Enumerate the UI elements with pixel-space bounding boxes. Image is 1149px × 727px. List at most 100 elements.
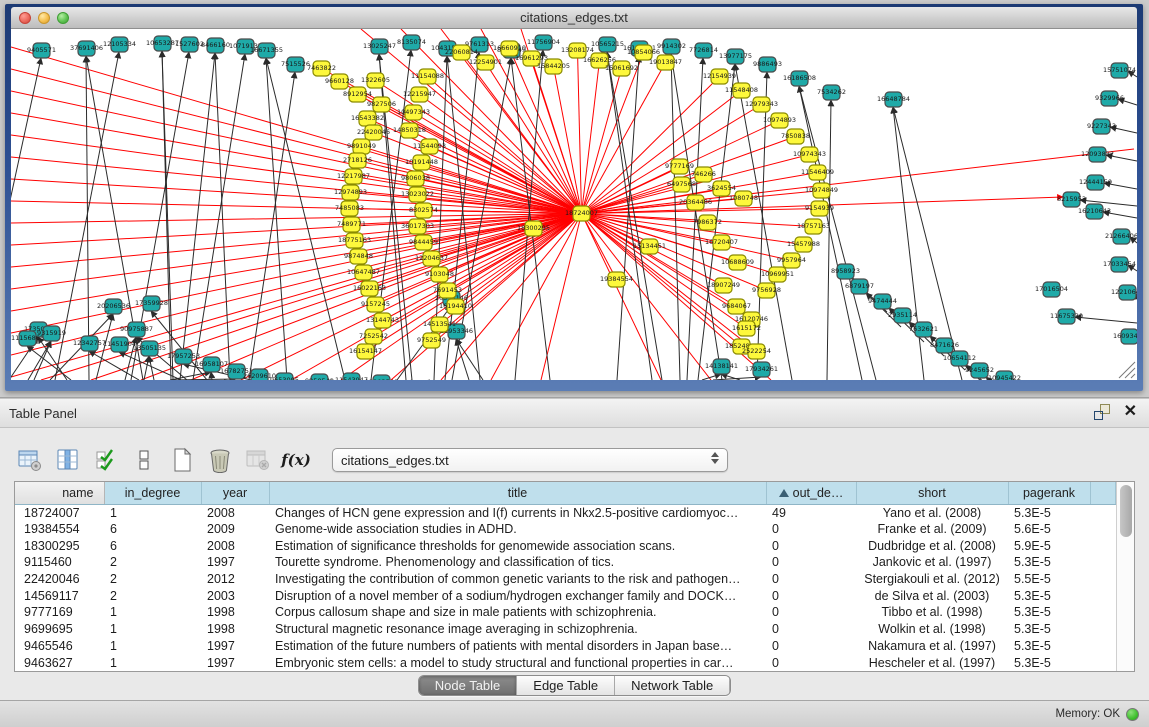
cell-out_degree[interactable]: 0	[766, 587, 856, 604]
cell-title[interactable]: Structural magnetic resonance image aver…	[269, 621, 766, 638]
cell-title[interactable]: Embryonic stem cells: a model to study s…	[269, 654, 766, 671]
cell-in_degree[interactable]: 2	[104, 587, 201, 604]
cell-pagerank[interactable]: 5.9E-5	[1008, 537, 1090, 554]
cell-name[interactable]: 18724007	[15, 504, 104, 521]
table-row[interactable]: 946554611997Estimation of the future num…	[15, 638, 1115, 655]
cell-pagerank[interactable]: 5.6E-5	[1008, 521, 1090, 538]
close-panel-icon[interactable]: ✕	[1124, 404, 1137, 420]
cell-filler[interactable]	[1090, 621, 1115, 638]
column-header-pagerank[interactable]: pagerank	[1008, 482, 1090, 504]
cell-short[interactable]: Wolkin et al. (1998)	[856, 621, 1008, 638]
table-row[interactable]: 977716911998Corpus callosum shape and si…	[15, 604, 1115, 621]
cell-year[interactable]: 1998	[201, 621, 269, 638]
cell-short[interactable]: Dudbridge et al. (2008)	[856, 537, 1008, 554]
cell-name[interactable]: 9465546	[15, 638, 104, 655]
table-row[interactable]: 969969511998Structural magnetic resonanc…	[15, 621, 1115, 638]
cell-out_degree[interactable]: 0	[766, 621, 856, 638]
cell-short[interactable]: Jankovic et al. (1997)	[856, 554, 1008, 571]
minimize-window-button[interactable]	[38, 12, 50, 24]
close-window-button[interactable]	[19, 12, 31, 24]
cell-in_degree[interactable]: 6	[104, 521, 201, 538]
cell-year[interactable]: 1997	[201, 654, 269, 671]
vertical-scrollbar[interactable]	[1116, 482, 1135, 671]
table-settings-icon[interactable]	[14, 445, 46, 475]
cell-filler[interactable]	[1090, 537, 1115, 554]
cell-year[interactable]: 2009	[201, 521, 269, 538]
cell-short[interactable]: Stergiakouli et al. (2012)	[856, 571, 1008, 588]
cell-year[interactable]: 1997	[201, 554, 269, 571]
new-file-icon[interactable]	[166, 445, 198, 475]
cell-short[interactable]: Yano et al. (2008)	[856, 504, 1008, 521]
cell-in_degree[interactable]: 1	[104, 621, 201, 638]
column-header-out_degree[interactable]: out_de…	[766, 482, 856, 504]
tab-network-table[interactable]: Network Table	[615, 676, 730, 695]
cell-out_degree[interactable]: 0	[766, 654, 856, 671]
function-builder-icon[interactable]: f(x)	[280, 445, 312, 475]
cell-name[interactable]: 9463627	[15, 654, 104, 671]
cell-title[interactable]: Corpus callosum shape and size in male p…	[269, 604, 766, 621]
cell-name[interactable]: 18300295	[15, 537, 104, 554]
cell-year[interactable]: 2008	[201, 504, 269, 521]
column-header-title[interactable]: title	[269, 482, 766, 504]
cell-filler[interactable]	[1090, 654, 1115, 671]
resize-grip[interactable]	[1119, 362, 1135, 378]
cell-out_degree[interactable]: 49	[766, 504, 856, 521]
cell-filler[interactable]	[1090, 604, 1115, 621]
cell-pagerank[interactable]: 5.5E-5	[1008, 571, 1090, 588]
cell-year[interactable]: 1998	[201, 604, 269, 621]
cell-out_degree[interactable]: 0	[766, 638, 856, 655]
table-row[interactable]: 946362711997Embryonic stem cells: a mode…	[15, 654, 1115, 671]
cell-filler[interactable]	[1090, 504, 1115, 521]
cell-pagerank[interactable]: 5.3E-5	[1008, 621, 1090, 638]
cell-in_degree[interactable]: 1	[104, 604, 201, 621]
cell-in_degree[interactable]: 2	[104, 554, 201, 571]
cell-filler[interactable]	[1090, 587, 1115, 604]
cell-in_degree[interactable]: 1	[104, 504, 201, 521]
cell-year[interactable]: 2008	[201, 537, 269, 554]
cell-out_degree[interactable]: 0	[766, 521, 856, 538]
memory-status-icon[interactable]	[1126, 708, 1139, 721]
select-rows-icon[interactable]	[90, 445, 122, 475]
cell-year[interactable]: 2003	[201, 587, 269, 604]
table-row[interactable]: 1830029562008Estimation of significance …	[15, 537, 1115, 554]
table-row[interactable]: 1456911722003Disruption of a novel membe…	[15, 587, 1115, 604]
cell-short[interactable]: Hescheler et al. (1997)	[856, 654, 1008, 671]
delete-table-icon[interactable]	[242, 445, 274, 475]
cell-filler[interactable]	[1090, 571, 1115, 588]
cell-title[interactable]: Estimation of significance thresholds fo…	[269, 537, 766, 554]
table-row[interactable]: 1938455462009Genome-wide association stu…	[15, 521, 1115, 538]
cell-name[interactable]: 9777169	[15, 604, 104, 621]
cell-short[interactable]: de Silva et al. (2003)	[856, 587, 1008, 604]
cell-year[interactable]: 2012	[201, 571, 269, 588]
cell-pagerank[interactable]: 5.3E-5	[1008, 504, 1090, 521]
cell-title[interactable]: Genome-wide association studies in ADHD.	[269, 521, 766, 538]
cell-short[interactable]: Franke et al. (2009)	[856, 521, 1008, 538]
cell-out_degree[interactable]: 0	[766, 554, 856, 571]
cell-out_degree[interactable]: 0	[766, 537, 856, 554]
cell-title[interactable]: Investigating the contribution of common…	[269, 571, 766, 588]
float-panel-icon[interactable]	[1094, 404, 1110, 420]
network-canvas[interactable]: 9405571376914061210533410653287152760284…	[11, 29, 1137, 380]
column-header-year[interactable]: year	[201, 482, 269, 504]
cell-title[interactable]: Tourette syndrome. Phenomenology and cla…	[269, 554, 766, 571]
window-title-bar[interactable]: citations_edges.txt	[11, 7, 1137, 29]
column-header-filler[interactable]	[1090, 482, 1115, 504]
cell-title[interactable]: Changes of HCN gene expression and I(f) …	[269, 504, 766, 521]
cell-name[interactable]: 19384554	[15, 521, 104, 538]
cell-name[interactable]: 9115460	[15, 554, 104, 571]
cell-filler[interactable]	[1090, 521, 1115, 538]
cell-in_degree[interactable]: 1	[104, 638, 201, 655]
cell-pagerank[interactable]: 5.3E-5	[1008, 587, 1090, 604]
column-settings-icon[interactable]	[52, 445, 84, 475]
cell-filler[interactable]	[1090, 554, 1115, 571]
cell-name[interactable]: 22420046	[15, 571, 104, 588]
column-header-in_degree[interactable]: in_degree	[104, 482, 201, 504]
cell-out_degree[interactable]: 0	[766, 571, 856, 588]
table-row[interactable]: 911546021997Tourette syndrome. Phenomeno…	[15, 554, 1115, 571]
cell-filler[interactable]	[1090, 638, 1115, 655]
table-select-dropdown[interactable]: citations_edges.txt	[332, 448, 728, 472]
cell-title[interactable]: Estimation of the future numbers of pati…	[269, 638, 766, 655]
cell-in_degree[interactable]: 2	[104, 571, 201, 588]
cell-title[interactable]: Disruption of a novel member of a sodium…	[269, 587, 766, 604]
cell-name[interactable]: 14569117	[15, 587, 104, 604]
